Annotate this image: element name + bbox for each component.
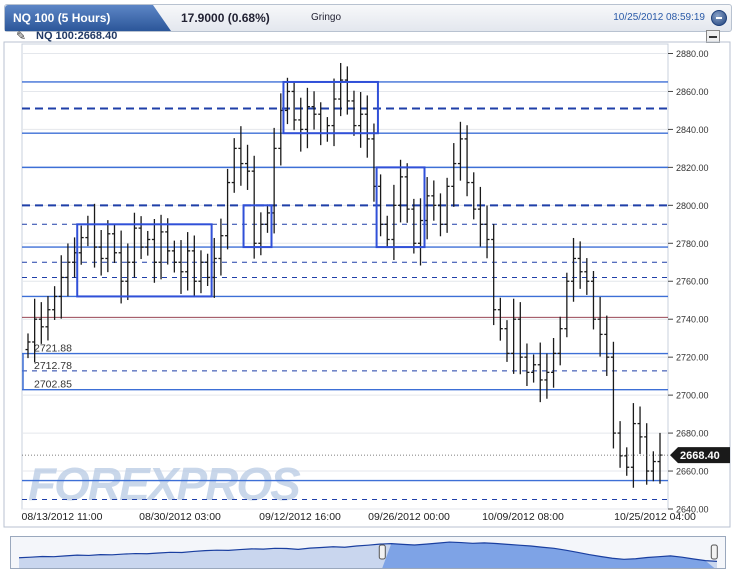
price-chart[interactable]: 2880.00 2860.00 2840.00 2820.00 2800.00 2780.… xyxy=(0,0,734,577)
x-tick-label: 08/30/2012 03:00 xyxy=(139,511,221,523)
x-tick-label: 09/12/2012 16:00 xyxy=(259,511,341,523)
y-tick-label: 2840.00 xyxy=(676,125,709,135)
level-annotation: 2702.85 xyxy=(34,379,72,391)
y-tick-label: 2800.00 xyxy=(676,201,709,211)
level-annotation: 2712.78 xyxy=(34,360,72,372)
last-price-label: 2668.40 xyxy=(680,450,720,462)
x-tick-label: 09/26/2012 00:00 xyxy=(368,511,450,523)
y-tick-label: 2680.00 xyxy=(676,429,709,439)
y-tick-label: 2760.00 xyxy=(676,277,709,287)
x-tick-label: 10/25/2012 04:00 xyxy=(614,511,696,523)
level-annotation: 2721.88 xyxy=(34,343,72,355)
y-tick-label: 2780.00 xyxy=(676,239,709,249)
y-tick-label: 2720.00 xyxy=(676,353,709,363)
y-tick-label: 2700.00 xyxy=(676,391,709,401)
forexpros-watermark: FOREXPROS xyxy=(28,458,301,510)
navigator-selected-area xyxy=(382,542,715,568)
y-tick-label: 2660.00 xyxy=(676,467,709,477)
y-tick-label: 2880.00 xyxy=(676,49,709,59)
y-tick-label: 2740.00 xyxy=(676,315,709,325)
plot-area xyxy=(21,43,669,510)
y-tick-label: 2860.00 xyxy=(676,87,709,97)
x-tick-label: 10/09/2012 08:00 xyxy=(482,511,564,523)
y-tick-label: 2820.00 xyxy=(676,163,709,173)
navigator-graph[interactable] xyxy=(11,537,725,568)
x-tick-label: 08/13/2012 11:00 xyxy=(22,511,103,523)
navigator-handle[interactable] xyxy=(378,544,386,560)
navigator[interactable] xyxy=(10,536,726,569)
navigator-handle[interactable] xyxy=(710,544,718,560)
